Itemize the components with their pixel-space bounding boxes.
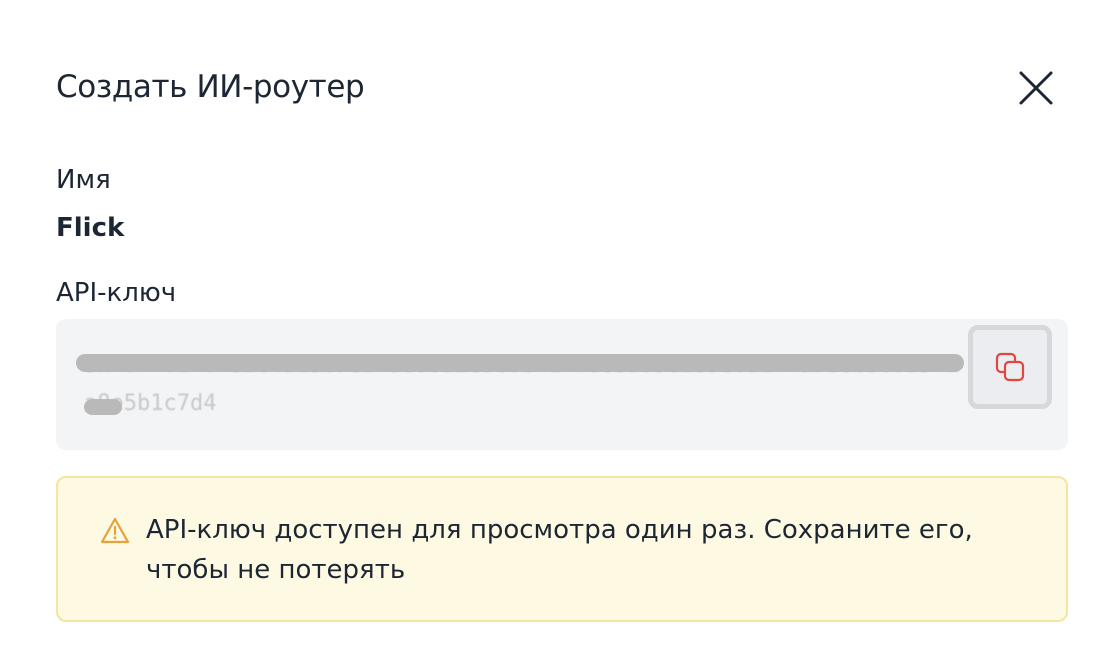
warning-triangle-icon	[100, 517, 130, 544]
warning-banner: API-ключ доступен для просмотра один раз…	[56, 476, 1068, 622]
name-value: Flick	[56, 213, 125, 243]
close-icon	[1019, 71, 1053, 105]
dialog-title: Создать ИИ-роутер	[56, 69, 365, 105]
name-label: Имя	[56, 165, 111, 195]
create-ai-router-dialog: Создать ИИ-роутер Имя Flick API-ключ sk-…	[0, 0, 1118, 668]
close-button[interactable]	[1012, 64, 1060, 112]
api-key-redaction	[84, 399, 122, 415]
copy-icon	[995, 352, 1025, 382]
api-key-label: API-ключ	[56, 278, 177, 308]
api-key-redaction	[76, 354, 964, 372]
copy-api-key-button[interactable]	[968, 325, 1052, 409]
warning-text: API-ключ доступен для просмотра один раз…	[146, 515, 973, 585]
api-key-box: sk-or-v1-8fd2c4a19b7e3f56d0a2c9e8b41f7d6…	[56, 319, 1068, 450]
